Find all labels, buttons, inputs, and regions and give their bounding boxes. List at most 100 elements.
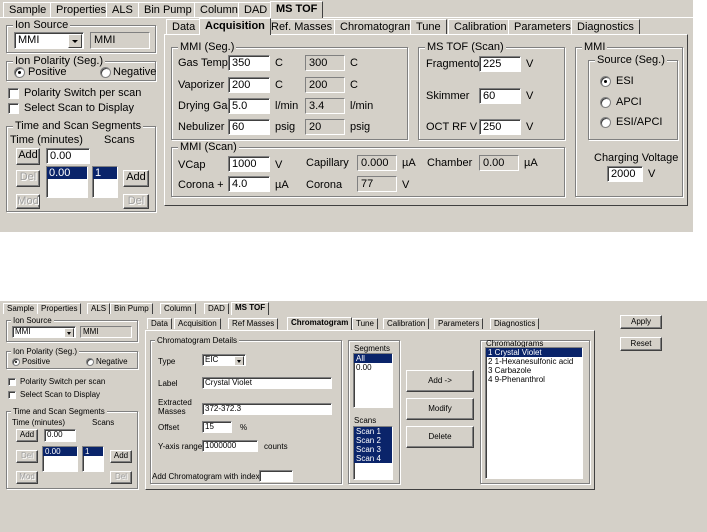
y-axis-range-input[interactable]: 1000000	[202, 440, 258, 452]
add-arrow-button[interactable]: Add ->	[406, 370, 474, 392]
bottom-negative-radio[interactable]	[86, 358, 94, 366]
bottom-subtab-acquisition[interactable]: Acquisition	[174, 318, 221, 329]
top-subtab-data[interactable]: Data	[166, 19, 202, 34]
list-item[interactable]: 3 Carbazole	[486, 366, 582, 375]
extracted-masses-input[interactable]: 372-372.3	[202, 403, 332, 415]
bottom-segment-list[interactable]: 0.00	[42, 446, 78, 472]
bottom-mod-button[interactable]: Mod	[16, 471, 38, 484]
bottom-select-scan-checkbox[interactable]	[8, 391, 16, 399]
top-subtab-calibration[interactable]: Calibration	[448, 19, 513, 34]
bottom-del-scan-button[interactable]: Del	[110, 471, 132, 484]
bottom-subtab-data[interactable]: Data	[147, 318, 172, 329]
top-segment-list[interactable]: 0.00	[46, 166, 88, 198]
bottom-subtab-calibration[interactable]: Calibration	[383, 318, 430, 329]
top-del-time-button[interactable]: Del	[16, 170, 40, 187]
bottom-add-scan-button[interactable]: Add	[110, 450, 132, 463]
chevron-down-icon[interactable]	[234, 356, 244, 365]
top-positive-radio[interactable]	[14, 67, 25, 78]
type-select[interactable]: EIC	[202, 354, 246, 366]
delete-button[interactable]: Delete	[406, 426, 474, 448]
bottom-scan-list[interactable]: 1	[82, 446, 104, 472]
bottom-ion-source-select[interactable]: MMI	[12, 326, 76, 338]
chevron-down-icon[interactable]	[64, 328, 74, 337]
vaporizer-input[interactable]: 200	[228, 77, 270, 93]
bottom-del-time-button[interactable]: Del	[16, 450, 38, 463]
add-with-index-input[interactable]	[259, 470, 293, 482]
top-subtab-diagnostics[interactable]: Diagnostics	[571, 19, 640, 34]
bottom-subtab-ref-masses[interactable]: Ref Masses	[228, 318, 279, 329]
bottom-tab-dad[interactable]: DAD	[204, 303, 229, 314]
top-tab-als[interactable]: ALS	[106, 2, 139, 17]
bottom-add-time-button[interactable]: Add	[16, 429, 38, 442]
list-item[interactable]: Scan 1	[354, 427, 392, 436]
top-subtab-tune[interactable]: Tune	[410, 19, 447, 34]
top-add-time-button[interactable]: Add	[16, 148, 40, 165]
list-item[interactable]: 4 9-Phenanthrol	[486, 375, 582, 384]
gas-temp-input[interactable]: 350	[228, 55, 270, 71]
top-tab-dad[interactable]: DAD	[238, 2, 274, 17]
bottom-subtab-chromatogram[interactable]: Chromatogram	[287, 317, 353, 330]
esi-apci-radio[interactable]	[600, 117, 611, 128]
bottom-positive-radio[interactable]	[12, 358, 20, 366]
top-tab-properties[interactable]: Properties	[50, 2, 113, 17]
skimmer-input[interactable]: 60	[479, 88, 521, 104]
bottom-subtab-tune[interactable]: Tune	[352, 318, 378, 329]
label-input[interactable]: Crystal Violet	[202, 377, 332, 389]
top-subtab-parameters[interactable]: Parameters	[508, 19, 577, 34]
list-item[interactable]: 1	[83, 447, 103, 456]
chromatograms-list[interactable]: 1 Crystal Violet 2 1-Hexanesulfonic acid…	[485, 347, 583, 479]
offset-input[interactable]: 15	[202, 421, 232, 433]
apci-radio[interactable]	[600, 97, 611, 108]
segments-list[interactable]: All 0.00	[353, 353, 393, 408]
bottom-subtab-diagnostics[interactable]: Diagnostics	[490, 318, 540, 329]
bottom-polarity-switch-checkbox[interactable]	[8, 378, 16, 386]
bottom-tab-als[interactable]: ALS	[87, 303, 111, 314]
list-item[interactable]: Scan 3	[354, 445, 392, 454]
list-item[interactable]: Scan 4	[354, 454, 392, 463]
chevron-down-icon[interactable]	[68, 34, 82, 48]
list-item[interactable]: 0.00	[43, 447, 77, 456]
esi-radio[interactable]	[600, 76, 611, 87]
drying-gas-input[interactable]: 5.0	[228, 98, 270, 114]
list-item[interactable]: 1 Crystal Violet	[486, 348, 582, 357]
list-item[interactable]: 2 1-Hexanesulfonic acid	[486, 357, 582, 366]
top-negative-radio[interactable]	[100, 67, 111, 78]
reset-button[interactable]: Reset	[620, 337, 662, 351]
apply-button[interactable]: Apply	[620, 315, 662, 329]
nebulizer-input[interactable]: 60	[228, 119, 270, 135]
bottom-tab-sample[interactable]: Sample	[3, 303, 39, 314]
list-item[interactable]: 0.00	[47, 167, 87, 179]
corona-plus-input[interactable]: 4.0	[228, 176, 270, 192]
bottom-tab-column[interactable]: Column	[160, 303, 196, 314]
top-select-scan-checkbox[interactable]	[8, 103, 19, 114]
top-polarity-switch-checkbox[interactable]	[8, 88, 19, 99]
top-tab-column[interactable]: Column	[194, 2, 244, 17]
list-item[interactable]: 1	[93, 167, 117, 179]
top-time-input[interactable]: 0.00	[46, 148, 90, 164]
bottom-tab-bin-pump[interactable]: Bin Pump	[110, 303, 153, 314]
top-tab-ms-tof[interactable]: MS TOF	[270, 1, 324, 18]
bottom-time-input[interactable]: 0.00	[44, 429, 76, 442]
top-subtab-acquisition[interactable]: Acquisition	[199, 18, 271, 35]
scans-list[interactable]: Scan 1 Scan 2 Scan 3 Scan 4	[353, 426, 393, 480]
top-add-scan-button[interactable]: Add	[123, 170, 149, 187]
top-scan-list[interactable]: 1	[92, 166, 118, 198]
bottom-subtab-parameters[interactable]: Parameters	[434, 318, 484, 329]
top-del-scan-button[interactable]: Del	[123, 194, 149, 209]
top-subtab-chromatogram[interactable]: Chromatogram	[334, 19, 420, 34]
fragmentor-input[interactable]: 225	[479, 56, 521, 72]
top-tab-bin-pump[interactable]: Bin Pump	[138, 2, 198, 17]
top-mod-button[interactable]: Mod	[16, 194, 40, 209]
modify-button[interactable]: Modify	[406, 398, 474, 420]
list-item[interactable]: All	[354, 354, 392, 363]
list-item[interactable]: 0.00	[354, 363, 392, 372]
charging-voltage-input[interactable]: 2000	[607, 166, 643, 182]
list-item[interactable]: Scan 2	[354, 436, 392, 445]
oct-rf-input[interactable]: 250	[479, 119, 521, 135]
vcap-input[interactable]: 1000	[228, 156, 270, 172]
top-subtab-ref-masses[interactable]: Ref. Masses	[265, 19, 339, 34]
top-tab-sample[interactable]: Sample	[3, 2, 53, 17]
bottom-tab-ms-tof[interactable]: MS TOF	[231, 302, 270, 315]
top-ion-source-select[interactable]: MMI	[14, 32, 84, 49]
bottom-tab-properties[interactable]: Properties	[37, 303, 82, 314]
